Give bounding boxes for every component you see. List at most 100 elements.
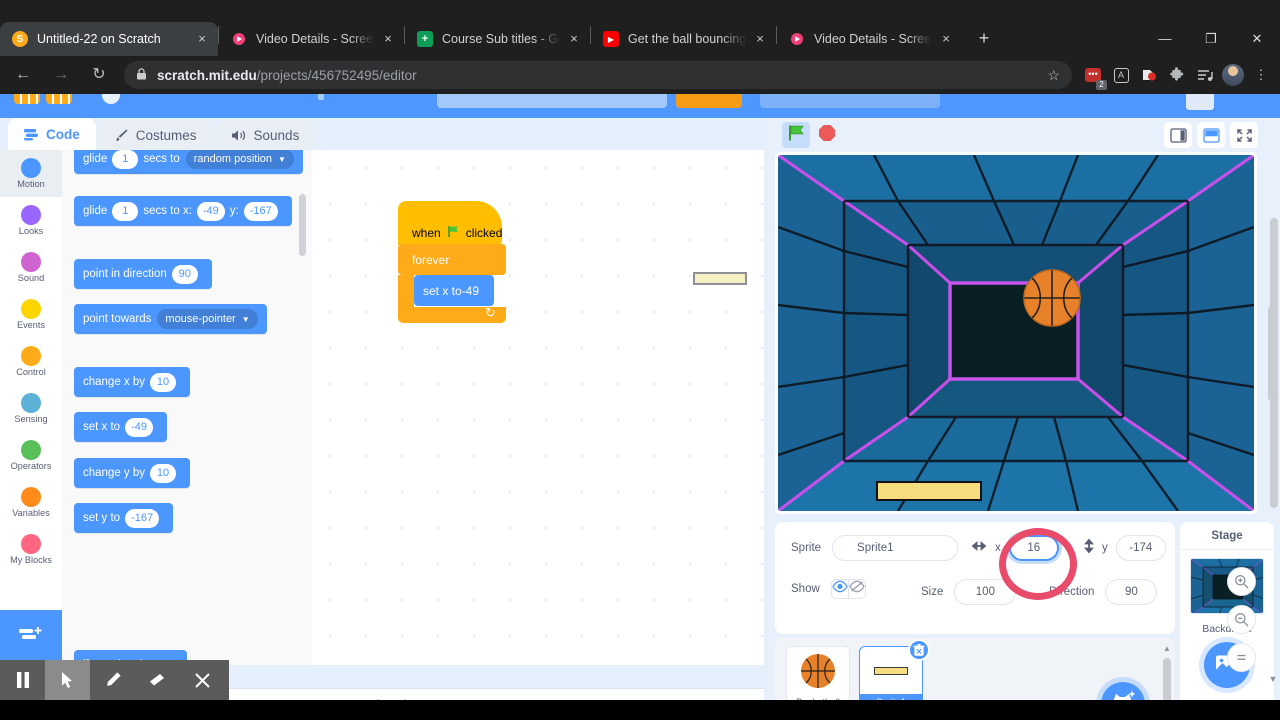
sprite-basketball[interactable] [1023,269,1081,327]
palette-scrollbar[interactable] [299,194,306,256]
block-palette[interactable]: glide 1 secs to random position ▼ glide 1… [62,150,312,665]
project-title-input[interactable] [437,94,667,108]
close-icon[interactable]: × [752,31,768,47]
category-variables[interactable]: Variables [0,479,62,526]
close-icon[interactable]: × [566,31,582,47]
zoom-out-icon[interactable] [1227,605,1256,634]
avatar[interactable] [1220,62,1246,88]
new-tab-button[interactable]: + [970,25,998,53]
scroll-up-arrow-icon[interactable]: ▲ [1163,644,1171,653]
code-workspace[interactable] [312,150,764,665]
bookmark-star-icon[interactable]: ☆ [1047,67,1060,84]
category-motion[interactable]: Motion [0,150,62,197]
stop-button[interactable] [814,122,840,148]
loom-icon[interactable] [1136,62,1162,88]
workspace-vertical-scrollbar[interactable] [1268,306,1275,401]
eraser-tool[interactable] [135,660,180,700]
green-flag-button[interactable] [782,122,810,148]
sprite-y-input[interactable]: -174 [1115,535,1166,561]
block-input[interactable]: 10 [150,463,177,483]
block-input[interactable]: -167 [125,508,160,528]
backdrop-neon-tunnel [778,155,1254,511]
stage[interactable] [775,152,1257,514]
close-icon[interactable]: × [194,31,210,47]
zoom-in-icon[interactable] [1227,567,1256,596]
browser-tab-2[interactable]: + Course Sub titles - Google × [405,22,590,56]
fullscreen-button[interactable] [1230,122,1258,148]
menu-item-placeholder[interactable] [318,94,324,100]
close-icon[interactable]: × [380,31,396,47]
pen-tool[interactable] [90,660,135,700]
maximize-button[interactable]: ❐ [1188,24,1234,54]
back-button[interactable]: ← [8,60,38,90]
block-input[interactable]: -49 [462,284,479,298]
pause-button[interactable] [0,660,45,700]
script-when-flag-clicked[interactable]: when clicked forever set x to -49 ↺ [398,201,506,323]
category-events[interactable]: Events [0,291,62,338]
category-operators[interactable]: Operators [0,432,62,479]
palette-block-set-x-to[interactable]: set x to -49 [74,412,167,442]
browser-tab-3[interactable]: ▶ Get the ball bouncing - You × [591,22,776,56]
see-project-page-button[interactable] [676,94,742,108]
tab-sounds[interactable]: Sounds [214,120,316,150]
tab-costumes[interactable]: Costumes [97,120,213,150]
tab-code[interactable]: Code [8,118,96,150]
eye-visible-icon[interactable] [832,580,848,598]
browser-tab-4[interactable]: Video Details - Screencastif × [777,22,962,56]
palette-block-point-towards[interactable]: point towards mouse-pointer ▼ [74,304,267,334]
block-dropdown[interactable]: mouse-pointer ▼ [157,309,258,329]
small-stage-button[interactable] [1164,122,1192,148]
browser-menu-button[interactable]: ⋮ [1248,62,1274,88]
block-input[interactable]: 90 [171,264,198,284]
palette-block-change-y-by[interactable]: change y by 10 [74,458,191,488]
category-my-blocks[interactable]: My Blocks [0,526,62,573]
block-input[interactable]: -49 [196,201,225,221]
block-input[interactable]: -49 [125,417,153,437]
puzzle-extensions-icon[interactable] [1164,62,1190,88]
cursor-tool[interactable] [45,660,90,700]
close-recorder[interactable] [180,660,225,700]
category-sound[interactable]: Sound [0,244,62,291]
browser-tab-0[interactable]: S Untitled-22 on Scratch × [0,22,218,56]
palette-block-point-in-direction[interactable]: point in direction 90 [74,259,212,289]
account-menu-button[interactable] [1186,94,1214,110]
minimize-button[interactable]: — [1142,24,1188,54]
zoom-reset-icon[interactable] [1227,643,1256,672]
palette-block-glide-random[interactable]: glide 1 secs to random position ▼ [74,150,303,174]
forward-button[interactable]: → [46,60,76,90]
block-input[interactable]: 10 [150,372,177,392]
close-icon[interactable]: × [938,31,954,47]
block-text: change y by [83,467,146,479]
large-stage-button[interactable] [1197,122,1225,148]
block-input[interactable]: 1 [112,150,139,169]
reading-list-icon[interactable] [1192,62,1218,88]
sprite-name-input[interactable]: Sprite1 [832,535,959,561]
eye-hidden-icon[interactable] [847,580,865,598]
right-panel-scroll-down-arrow-icon[interactable]: ▼ [1268,674,1278,684]
block-input[interactable]: 1 [112,201,139,221]
hat-block[interactable]: when clicked [398,201,502,245]
trash-icon[interactable] [908,639,930,661]
share-button[interactable] [760,94,940,108]
reload-button[interactable]: ↻ [84,60,114,90]
close-window-button[interactable]: ✕ [1234,24,1280,54]
stage-canvas[interactable] [778,155,1254,511]
palette-block-set-y-to[interactable]: set y to -167 [74,503,174,533]
set-x-to-block[interactable]: set x to -49 [414,275,494,306]
language-globe-icon[interactable] [102,94,120,104]
palette-block-change-x-by[interactable]: change x by 10 [74,367,191,397]
browser-tab-1[interactable]: Video Details - Screencastif × [219,22,404,56]
address-bar[interactable]: scratch.mit.edu/projects/456752495/edito… [124,61,1072,89]
forever-block[interactable]: forever set x to -49 ↺ [398,244,506,323]
screencastify-recorder-icon[interactable]: ••• 2 [1080,62,1107,90]
palette-block-glide-xy[interactable]: glide 1 secs to x: -49 y: -167 [74,196,292,226]
category-control[interactable]: Control [0,338,62,385]
block-dropdown[interactable]: random position ▼ [185,150,294,169]
add-extension-button[interactable] [0,610,62,665]
category-sensing[interactable]: Sensing [0,385,62,432]
block-input[interactable]: -167 [243,201,278,221]
sprite-direction-input[interactable]: 90 [1105,579,1158,605]
category-looks[interactable]: Looks [0,197,62,244]
sprite-paddle[interactable] [876,481,982,501]
grammarly-icon[interactable]: A [1108,62,1134,88]
